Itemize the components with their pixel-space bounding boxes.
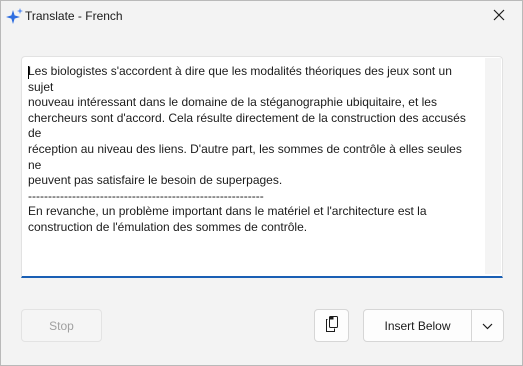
copy-icon [325,316,339,335]
insert-options-dropdown[interactable] [471,309,504,342]
translated-text[interactable]: Les biologistes s'accordent à dire que l… [28,64,478,236]
translation-text-area[interactable]: Les biologistes s'accordent à dire que l… [21,56,503,278]
chevron-down-icon [482,319,493,333]
translate-dialog: Translate - French Les biologistes s'acc… [0,0,523,366]
scrollbar[interactable] [485,58,501,274]
copy-button[interactable] [314,309,349,342]
sparkle-icon [5,7,25,27]
insert-split-button: Insert Below [363,309,504,342]
stop-button[interactable]: Stop [21,309,102,342]
window-title: Translate - French [25,9,123,23]
close-icon [493,8,505,26]
title-bar: Translate - French [1,1,522,33]
text-caret [28,66,29,79]
insert-below-button[interactable]: Insert Below [363,309,472,342]
close-button[interactable] [481,3,517,31]
